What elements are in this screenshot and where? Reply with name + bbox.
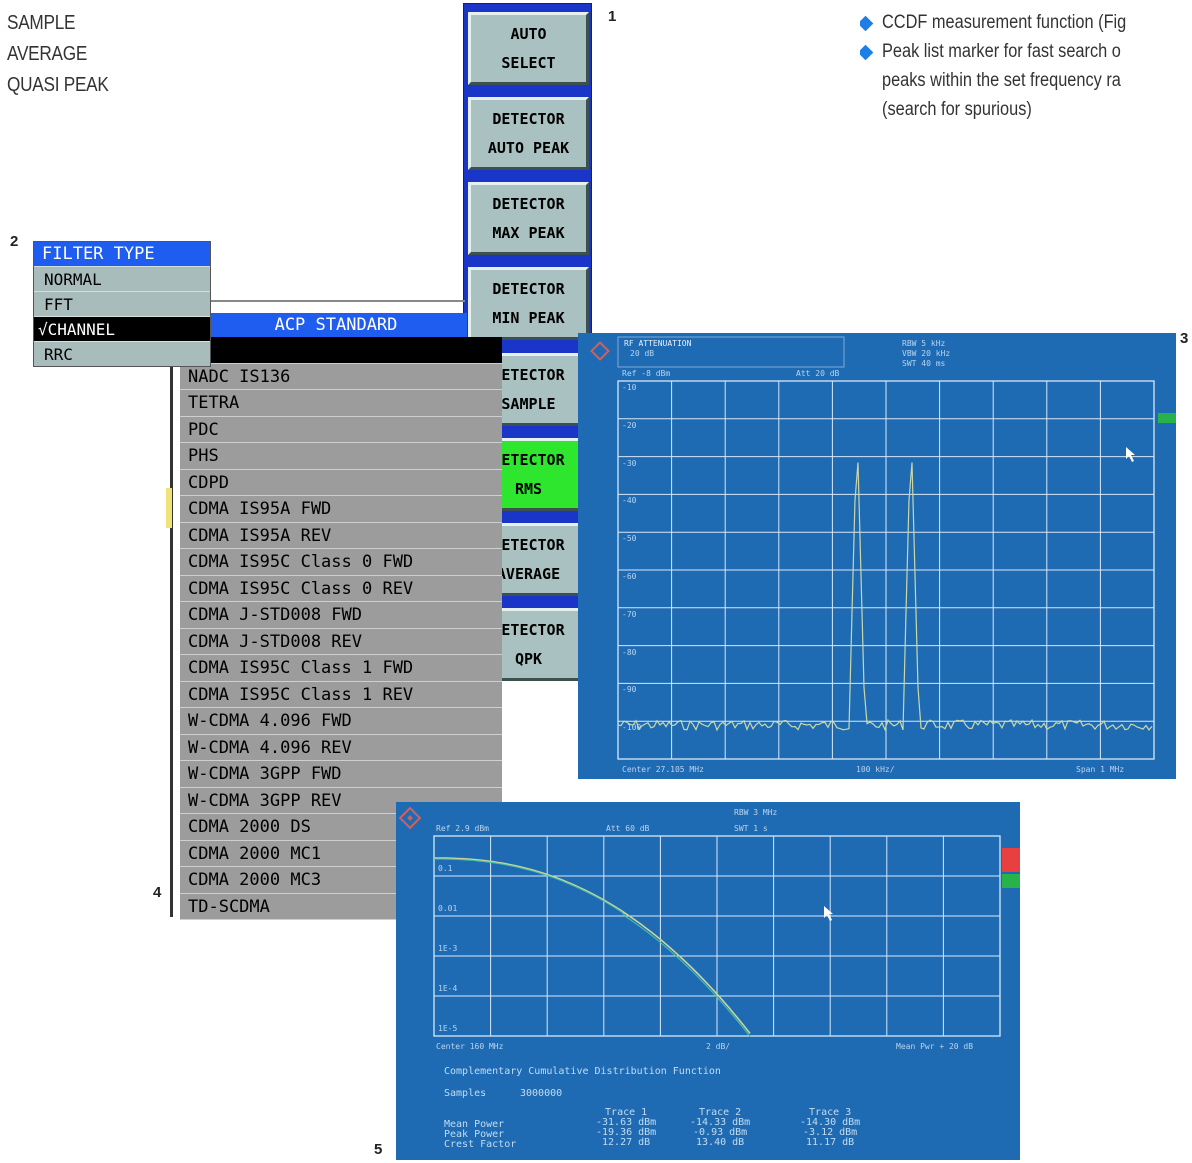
y-tick-label: -10 (622, 383, 637, 392)
figure-number-5: 5 (374, 1141, 383, 1158)
scr3-rf-val: 20 dB (630, 349, 655, 358)
bullet-peak-list: Peak list marker for fast search o peaks… (860, 37, 1192, 124)
y-tick-label: -40 (622, 496, 637, 506)
feature-bullets: CCDF measurement function (Fig Peak list… (860, 8, 1192, 124)
y-tick-label: 0.01 (438, 904, 458, 913)
scr5-row-labels: Mean Power Peak Power Crest Factor (444, 1119, 517, 1150)
acp-frame-top-line (210, 300, 465, 312)
acp-item[interactable]: CDMA J-STD008 FWD (180, 602, 502, 629)
acp-item[interactable]: W-CDMA 4.096 REV (180, 734, 502, 761)
y-tick-label: 0.1 (438, 864, 453, 873)
cursor-arrow-icon (824, 906, 833, 921)
acp-item[interactable]: CDMA IS95A FWD (180, 496, 502, 523)
y-tick-label: -30 (622, 458, 637, 468)
acp-standard-title: ACP STANDARD (205, 313, 467, 338)
scr3-span: Span 1 MHz (1076, 765, 1125, 774)
y-tick-label: -100 (622, 723, 642, 733)
acp-item[interactable]: TETRA (180, 390, 502, 417)
acp-item[interactable]: PDC (180, 416, 502, 443)
scr5-div: 2 dB/ (706, 1042, 731, 1051)
scr5-mean: Mean Pwr + 20 dB (896, 1042, 974, 1051)
acp-item[interactable]: W-CDMA 3GPP FWD (180, 761, 502, 788)
y-tick-label: -80 (622, 647, 637, 657)
acp-item[interactable]: CDMA IS95C Class 1 REV (180, 681, 502, 708)
acp-item[interactable]: CDMA J-STD008 REV (180, 628, 502, 655)
filter-type-title: FILTER TYPE (34, 242, 210, 266)
y-tick-label: -60 (622, 572, 637, 581)
acp-item[interactable]: CDMA IS95C Class 1 FWD (180, 655, 502, 682)
yellow-marker (166, 488, 172, 528)
rs-logo-icon (590, 341, 610, 361)
scr3-span-div: 100 kHz/ (856, 765, 895, 774)
detector-text-quasi-peak: QUASI PEAK (7, 74, 109, 96)
scr3-center: Center 27.105 MHz (622, 765, 704, 774)
filter-item-fft[interactable]: FFT (34, 291, 210, 316)
spectrum-screen-3: RF ATTENUATION 20 dB Ref -8 dBm Att 20 d… (578, 333, 1176, 779)
cursor-arrow-icon (1126, 447, 1135, 462)
figure-number-1: 1 (608, 8, 617, 25)
filter-type-menu: FILTER TYPE NORMAL FFT √CHANNEL RRC (33, 241, 211, 367)
scr5-trace2: Trace 2 -14.33 dBm -0.93 dBm 13.40 dB (690, 1107, 751, 1148)
scr5-ref: Ref 2.9 dBm (436, 824, 489, 833)
y-tick-label: -70 (622, 609, 637, 619)
acp-item[interactable]: NE (180, 337, 502, 364)
acp-item[interactable]: NADC IS136 (180, 363, 502, 390)
y-tick-label: -90 (622, 685, 637, 695)
scr3-rbw: RBW 5 kHz (902, 339, 946, 348)
scr5-att: Att 60 dB (606, 824, 650, 833)
filter-item-channel[interactable]: √CHANNEL (34, 316, 210, 341)
scr3-rf-att: RF ATTENUATION (624, 339, 692, 348)
scr3-vbw: VBW 20 kHz (902, 349, 951, 358)
y-tick-label: 1E-3 (438, 944, 458, 953)
softkey-auto-select[interactable]: AUTO SELECT (468, 12, 589, 85)
scr5-samples-value: 3000000 (520, 1088, 563, 1099)
y-tick-label: 1E-4 (438, 984, 458, 993)
ccdf-screen-5: RBW 3 MHz Ref 2.9 dBm Att 60 dB SWT 1 s … (396, 802, 1020, 1160)
acp-item[interactable]: PHS (180, 443, 502, 470)
acp-item[interactable]: W-CDMA 4.096 FWD (180, 708, 502, 735)
filter-item-rrc[interactable]: RRC (34, 341, 210, 366)
detector-text-average: AVERAGE (7, 43, 88, 65)
scr3-att: Att 20 dB (796, 369, 840, 378)
y-tick-label: -20 (622, 420, 637, 430)
softkey-detector-max-peak[interactable]: DETECTOR MAX PEAK (468, 182, 589, 255)
figure-number-3: 3 (1180, 330, 1189, 347)
acp-item[interactable]: CDMA IS95C Class 0 REV (180, 575, 502, 602)
acp-item[interactable]: CDPD (180, 469, 502, 496)
scr5-samples-label: Samples (444, 1088, 487, 1099)
acp-item[interactable]: CDMA IS95A REV (180, 522, 502, 549)
detector-text-list: SAMPLE AVERAGE QUASI PEAK (7, 8, 125, 101)
scr5-center: Center 160 MHz (436, 1042, 504, 1051)
y-tick-label: -50 (622, 534, 637, 544)
diamond-bullet-icon (860, 44, 874, 61)
rs-logo-icon (398, 806, 422, 830)
scr5-ccdf-title: Complementary Cumulative Distribution Fu… (444, 1066, 721, 1077)
diamond-bullet-icon (860, 15, 874, 32)
scr5-rbw: RBW 3 MHz (734, 808, 778, 817)
scr3-ref: Ref -8 dBm (622, 369, 671, 378)
figure-number-2: 2 (10, 233, 19, 250)
y-tick-label: 1E-5 (438, 1024, 458, 1033)
acp-item[interactable]: CDMA IS95C Class 0 FWD (180, 549, 502, 576)
filter-item-normal[interactable]: NORMAL (34, 266, 210, 291)
scr5-swt: SWT 1 s (734, 824, 768, 833)
bullet-ccdf: CCDF measurement function (Fig (860, 8, 1192, 37)
scr5-trace1: Trace 1 -31.63 dBm -19.36 dBm 12.27 dB (596, 1107, 657, 1148)
softkey-detector-auto-peak[interactable]: DETECTOR AUTO PEAK (468, 97, 589, 170)
spectrum-plot-3 (590, 336, 1176, 760)
detector-text-sample: SAMPLE (7, 12, 76, 34)
figure-number-4: 4 (153, 884, 162, 901)
scr3-swt: SWT 40 ms (902, 359, 946, 368)
scr5-trace3: Trace 3 -14.30 dBm -3.12 dBm 11.17 dB (800, 1107, 861, 1148)
